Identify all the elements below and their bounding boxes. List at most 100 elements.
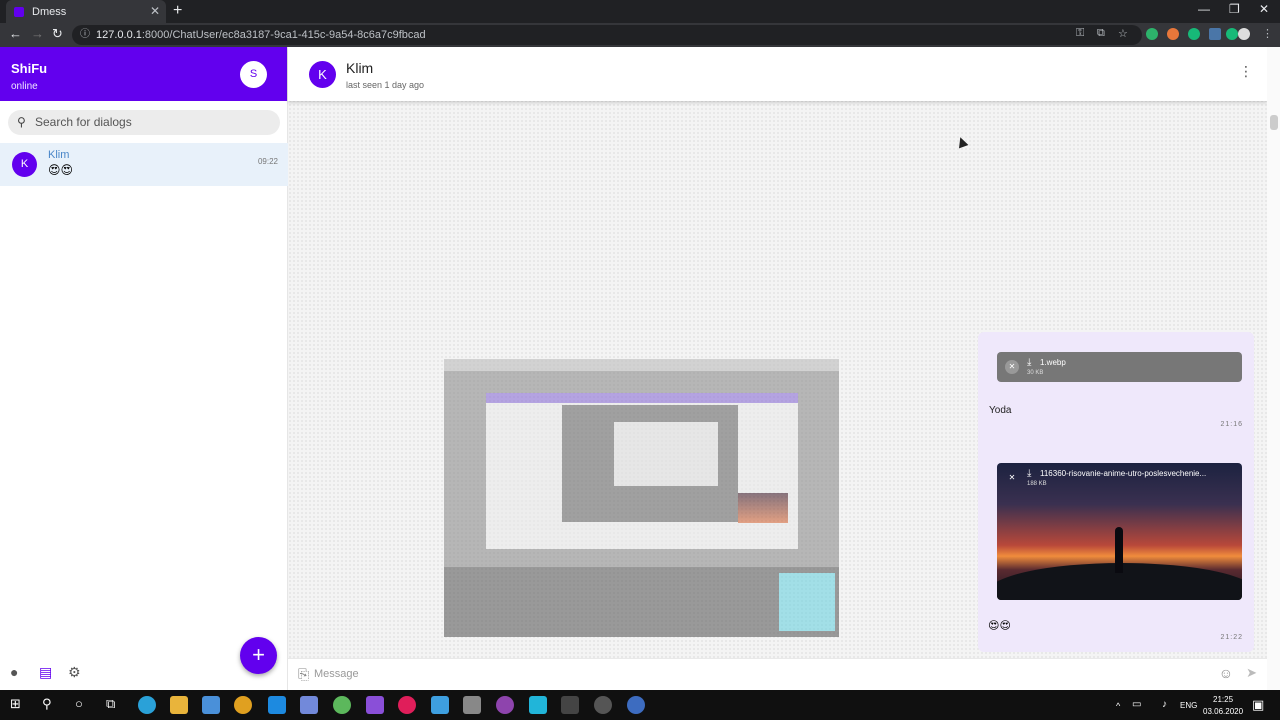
chrome-icon[interactable] (234, 696, 252, 714)
database-icon[interactable] (463, 696, 481, 714)
terminal-icon[interactable] (561, 696, 579, 714)
search-icon[interactable]: ⚲ (42, 696, 52, 712)
forward-icon[interactable]: → (31, 26, 44, 41)
chat-area: K Klim last seen 1 day ago ⋮ ✕ ⤓ 1.webp … (288, 47, 1280, 690)
download-icon[interactable]: ⤓ (1027, 357, 1031, 368)
network-icon[interactable]: ▭ (1132, 699, 1141, 710)
info-icon[interactable]: ⓘ (80, 25, 90, 45)
avatar: K (12, 152, 37, 177)
download-icon[interactable]: ⤓ (1027, 468, 1031, 479)
extension-grammarly-icon[interactable] (1188, 28, 1200, 40)
my-avatar[interactable]: S (240, 61, 267, 88)
taskbar: ⊞ ⚲ ○ ⧉ ^ ▭ ♪ ENG 21:25 03.06.2020 ▣ (0, 690, 1280, 720)
preview-window-header (486, 393, 798, 403)
menu-icon[interactable]: ⋮ (1262, 27, 1273, 40)
tray-chevron-icon[interactable]: ^ (1116, 701, 1120, 711)
emoji-icon[interactable]: ☺ (1219, 665, 1233, 681)
volume-icon[interactable]: ♪ (1162, 699, 1167, 710)
url-host: 127.0.0.1 (96, 29, 142, 41)
compose-bar: ⎘ ☺ ➤ (288, 658, 1267, 690)
extension-vk-icon[interactable] (1209, 28, 1221, 40)
search-input[interactable]: ⚲ Search for dialogs (8, 110, 280, 135)
minimize-button[interactable]: — (1198, 2, 1210, 16)
person-icon[interactable]: ● (10, 664, 18, 680)
preview-inner-nested (614, 422, 718, 486)
chat-header: K Klim last seen 1 day ago ⋮ (288, 47, 1267, 101)
message-input[interactable] (314, 664, 1214, 684)
clock-date[interactable]: 03.06.2020 (1203, 707, 1243, 716)
star-icon[interactable]: ☆ (1118, 27, 1128, 40)
close-icon[interactable]: ✕ (1005, 360, 1019, 374)
extension-v-icon[interactable] (1146, 28, 1158, 40)
explorer-icon[interactable] (170, 696, 188, 714)
app: ShiFu online S ⚲ Search for dialogs K Kl… (0, 47, 1280, 690)
scrollbar[interactable] (1267, 47, 1280, 690)
address-bar[interactable]: ⓘ 127.0.0.1:8000/ChatUser/ec8a3187-9ca1-… (72, 25, 1142, 45)
app-purple-icon[interactable] (496, 696, 514, 714)
attach-icon[interactable]: ⎘ (298, 666, 309, 683)
browser-tabbar: Dmess ✕ + — ❐ ✕ (0, 0, 1280, 23)
message-time: 21:16 (1220, 421, 1243, 428)
file-size: 188 KB (1027, 481, 1047, 487)
preview-inner (562, 405, 738, 522)
window-close-button[interactable]: ✕ (1259, 2, 1269, 16)
app-cube-icon[interactable] (202, 696, 220, 714)
visual-studio-icon[interactable] (366, 696, 384, 714)
app-cyan-icon[interactable] (529, 696, 547, 714)
notifications-icon[interactable]: ▣ (1252, 697, 1264, 713)
profile-avatar[interactable] (1238, 28, 1250, 40)
utorrent-icon[interactable] (333, 696, 351, 714)
close-icon[interactable]: ✕ (1005, 471, 1019, 485)
url-path: :8000/ChatUser/ec8a3187-9ca1-415c-9a54-8… (141, 29, 426, 41)
app-blue-icon[interactable] (627, 696, 645, 714)
clock-time[interactable]: 21:25 (1213, 695, 1233, 704)
dialog-last-message: 😍😍 (48, 163, 74, 177)
back-icon[interactable]: ← (9, 26, 22, 41)
sidebar: ShiFu online S ⚲ Search for dialogs K Kl… (0, 47, 288, 690)
dialog-item-klim[interactable]: K Klim 😍😍 09:22 (0, 143, 288, 186)
scrollbar-thumb[interactable] (1270, 115, 1278, 130)
gear-icon[interactable]: ⚙ (68, 664, 81, 681)
extension-green-icon[interactable] (1226, 28, 1238, 40)
translate-icon[interactable]: ⧉ (1097, 27, 1105, 40)
chat-last-seen: last seen 1 day ago (346, 80, 425, 90)
reload-icon[interactable]: ↻ (52, 26, 63, 42)
key-icon[interactable]: ⚿ (1076, 27, 1084, 40)
message-text: Yoda (989, 405, 1012, 416)
restore-button[interactable]: ❐ (1229, 2, 1240, 16)
extension-orange-icon[interactable] (1167, 28, 1179, 40)
vscode-icon[interactable] (268, 696, 286, 714)
github-icon[interactable] (594, 696, 612, 714)
message-bubble: ✕ ⤓ 1.webp 30 KB Yoda 21:16 ✕ ⤓ 116360-r… (978, 332, 1254, 652)
windows-start-icon[interactable]: ⊞ (10, 696, 21, 712)
search-icon: ⚲ (17, 115, 26, 129)
more-icon[interactable]: ⋮ (1239, 63, 1253, 80)
new-tab-button[interactable]: + (173, 2, 182, 20)
preview-bottom-strip (444, 567, 839, 637)
tab-close-icon[interactable]: ✕ (150, 4, 160, 18)
browser-tab[interactable]: Dmess ✕ (6, 0, 166, 23)
file-attachment[interactable]: ✕ ⤓ 1.webp 30 KB (997, 352, 1242, 382)
message-time: 21:22 (1220, 634, 1243, 641)
file-size: 30 KB (1027, 370, 1044, 376)
image-attachment[interactable]: ✕ ⤓ 116360-risovanie-anime-utro-poslesve… (997, 463, 1242, 600)
chat-icon[interactable]: ▤ (39, 664, 52, 681)
discord-icon[interactable] (300, 696, 318, 714)
message-emoji: 😍😍 (988, 620, 1011, 632)
tab-title: Dmess (32, 5, 67, 18)
slack-icon[interactable] (398, 696, 416, 714)
chat-avatar[interactable]: K (309, 61, 336, 88)
task-view-icon[interactable]: ⧉ (106, 696, 115, 712)
image-preview[interactable] (444, 359, 839, 637)
telegram-icon[interactable] (138, 696, 156, 714)
image-figure (1115, 527, 1123, 573)
send-icon[interactable]: ➤ (1246, 665, 1257, 681)
language-indicator[interactable]: ENG (1180, 701, 1197, 710)
my-name: ShiFu (11, 61, 48, 76)
tab-favicon (14, 6, 24, 17)
sourcetree-icon[interactable] (431, 696, 449, 714)
preview-window (486, 393, 798, 549)
search-placeholder: Search for dialogs (35, 115, 132, 129)
file-name: 1.webp (1040, 358, 1066, 367)
cortana-icon[interactable]: ○ (75, 696, 83, 711)
